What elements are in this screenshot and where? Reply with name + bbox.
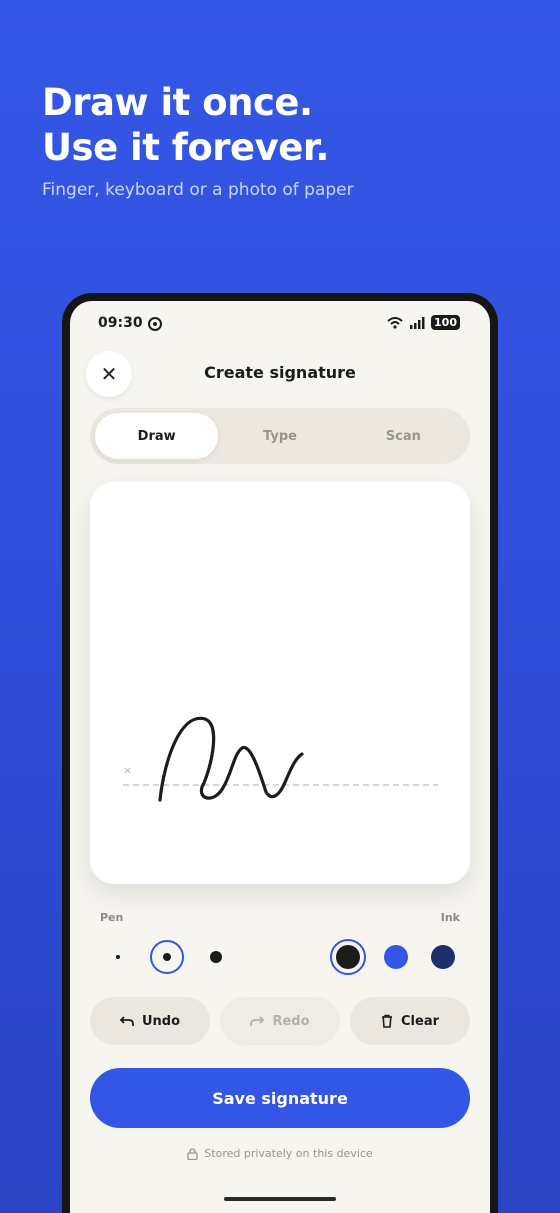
focus-mode-icon <box>148 317 162 331</box>
status-bar: 09:30 100 <box>70 313 490 335</box>
tab-scan[interactable]: Scan <box>342 413 465 459</box>
ink-color-navy[interactable] <box>431 945 455 969</box>
signal-icon <box>410 316 425 329</box>
promo-headline: Draw it once. Use it forever. <box>42 80 329 170</box>
signature-canvas[interactable]: × <box>90 482 470 884</box>
redo-button[interactable]: Redo <box>220 997 340 1045</box>
signature-stroke <box>158 716 304 802</box>
redo-label: Redo <box>272 1013 310 1029</box>
ink-color-black <box>336 945 360 969</box>
clear-label: Clear <box>401 1013 439 1029</box>
pen-size-medium <box>163 953 171 961</box>
save-signature-button[interactable]: Save signature <box>90 1068 470 1128</box>
ink-label: Ink <box>440 911 460 924</box>
redo-icon <box>250 1016 265 1026</box>
status-time: 09:30 <box>98 315 143 331</box>
wifi-icon <box>387 316 403 329</box>
clear-button[interactable]: Clear <box>350 997 470 1045</box>
undo-button[interactable]: Undo <box>90 997 210 1045</box>
signature-mode-tabs: Draw Type Scan <box>90 408 470 464</box>
pen-size-large[interactable] <box>210 951 222 963</box>
battery-indicator: 100 <box>431 315 460 330</box>
pen-size-small[interactable] <box>116 955 120 959</box>
phone-frame: 09:30 100 ✕ Create signature Draw Type S… <box>62 293 498 1213</box>
pen-label: Pen <box>100 911 124 924</box>
undo-icon <box>119 1016 134 1026</box>
promo-subline: Finger, keyboard or a photo of paper <box>42 180 354 200</box>
privacy-text: Stored privately on this device <box>204 1147 373 1160</box>
headline-line-1: Draw it once. <box>42 81 313 124</box>
tab-draw[interactable]: Draw <box>95 413 219 459</box>
home-indicator[interactable] <box>224 1197 336 1201</box>
undo-label: Undo <box>141 1013 181 1029</box>
privacy-note: Stored privately on this device <box>70 1147 490 1160</box>
lock-icon <box>187 1147 198 1160</box>
page-title: Create signature <box>204 363 356 382</box>
headline-line-2: Use it forever. <box>42 126 329 169</box>
ink-color-blue[interactable] <box>384 945 408 969</box>
app-screen: 09:30 100 ✕ Create signature Draw Type S… <box>70 301 490 1213</box>
baseline-marker: × <box>123 764 132 777</box>
signature-drawing: × <box>123 716 438 802</box>
status-icons: 100 <box>387 315 460 330</box>
tab-type[interactable]: Type <box>218 413 341 459</box>
trash-icon <box>382 1014 392 1028</box>
